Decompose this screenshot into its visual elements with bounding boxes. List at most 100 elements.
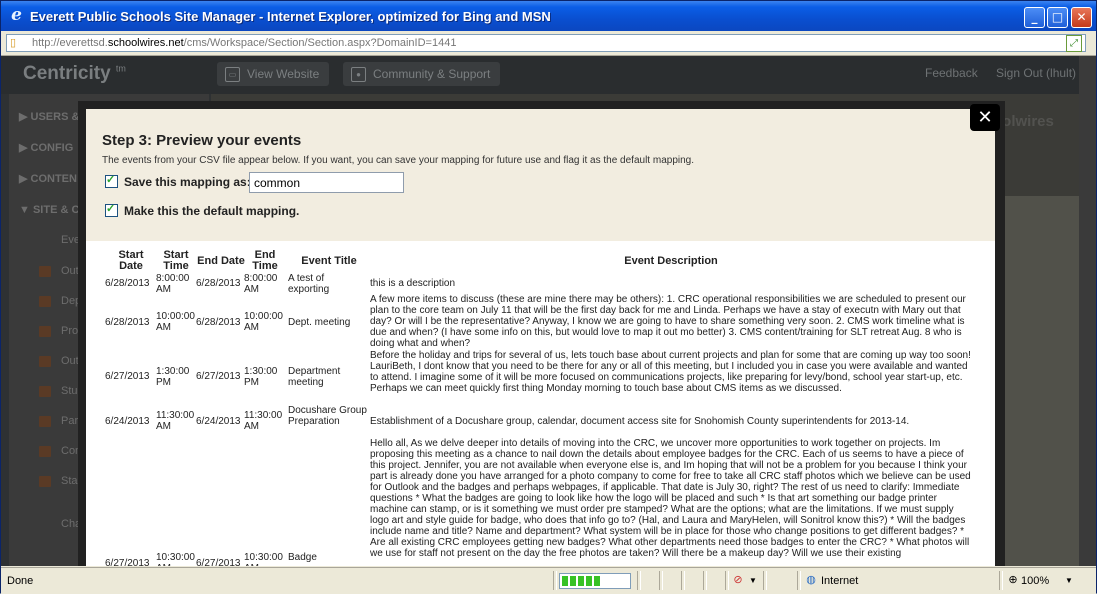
sidebar-sub-item[interactable]: Pro	[61, 325, 78, 337]
status-divider	[703, 571, 707, 590]
cell-end-time: 10:30:00 AM	[244, 552, 283, 566]
compatibility-view-icon[interactable]: ⤢	[1066, 35, 1082, 52]
cell-event-title: Department meeting	[288, 366, 341, 388]
header-start-date: Start Date	[118, 249, 144, 272]
cell-start-time: 10:30:00 AM	[156, 552, 195, 566]
status-text: Done	[7, 575, 34, 587]
url-prefix: http://everettsd.	[32, 37, 108, 49]
chevron-down-icon[interactable]: ▼	[749, 576, 757, 585]
cell-event-description: Hello all, As we delve deeper into detai…	[370, 438, 971, 559]
maximize-button[interactable]: □	[1047, 7, 1068, 28]
folder-icon	[39, 446, 51, 457]
cell-event-title: Dept. meeting	[288, 317, 351, 328]
logo-tm: tm	[115, 63, 126, 74]
title-bar: e Everett Public Schools Site Manager - …	[1, 1, 1096, 31]
modal-header: Step 3: Preview your events The events f…	[86, 109, 995, 241]
sidebar-item-label: CONTEN	[30, 173, 77, 185]
progress-bar	[559, 573, 631, 589]
sidebar-sub-item[interactable]: Out	[61, 265, 79, 277]
sidebar-item-config[interactable]: ▶ CONFIG	[19, 141, 73, 154]
save-mapping-checkbox[interactable]	[105, 173, 118, 188]
default-mapping-row: Make this the default mapping.	[105, 202, 299, 218]
address-bar: ▯ http://everettsd.schoolwires.net/cms/W…	[1, 31, 1096, 56]
url-field[interactable]: ▯ http://everettsd.schoolwires.net/cms/W…	[6, 34, 1086, 52]
sidebar-sub-item[interactable]: Par	[61, 415, 78, 427]
cell-start-time: 8:00:00 AM	[156, 273, 190, 295]
page-scrollbar[interactable]	[1079, 56, 1096, 566]
globe-icon: ◍	[806, 574, 816, 586]
header-event-title: Event Title	[301, 255, 357, 267]
folder-icon	[39, 386, 51, 397]
sidebar-item-label: SITE & C	[32, 204, 80, 216]
monitor-icon: ▭	[225, 67, 240, 82]
mapping-name-input[interactable]	[249, 172, 404, 193]
view-website-button[interactable]: ▭ View Website	[217, 62, 330, 86]
status-divider	[553, 571, 557, 590]
sidebar-sub-item[interactable]: Out	[61, 355, 79, 367]
logo-text: Centricity	[23, 63, 111, 84]
zoom-icon[interactable]: ⊕	[1006, 573, 1020, 587]
community-icon: ●	[351, 67, 366, 82]
status-divider	[725, 571, 729, 590]
window-title: Everett Public Schools Site Manager - In…	[30, 9, 551, 24]
save-mapping-label: Save this mapping as:	[124, 175, 251, 189]
close-window-button[interactable]: ✕	[1071, 7, 1092, 28]
url-domain: schoolwires.net	[107, 37, 184, 49]
cell-end-date: 6/28/2013	[196, 317, 241, 328]
zoom-level[interactable]: 100%	[1021, 575, 1049, 587]
cell-end-time: 11:30:00 AM	[244, 410, 283, 432]
sidebar-item-users[interactable]: ▶ USERS &	[19, 110, 79, 123]
sidebar-sub-item[interactable]: Sta	[61, 475, 78, 487]
modal-body: Step 3: Preview your events The events f…	[86, 109, 995, 566]
cell-end-date: 6/24/2013	[196, 416, 241, 427]
cell-start-date: 6/28/2013	[105, 278, 150, 289]
save-mapping-row: Save this mapping as:	[105, 173, 251, 189]
cell-event-description: Before the holiday and trips for several…	[370, 350, 971, 394]
cell-start-date: 6/27/2013	[105, 371, 150, 382]
page-icon: ▯	[10, 37, 17, 49]
cell-start-time: 1:30:00 PM	[156, 366, 190, 388]
modal-subtitle: The events from your CSV file appear bel…	[102, 155, 695, 166]
cell-event-description: A few more items to discuss (these are m…	[370, 294, 966, 349]
cell-start-time: 11:30:00 AM	[156, 410, 195, 432]
community-support-button[interactable]: ● Community & Support	[343, 62, 501, 86]
cell-event-description: this is a description	[370, 278, 456, 289]
chevron-down-icon[interactable]: ▼	[1065, 576, 1073, 585]
app-header: Centricity tm ▭ View Website ● Community…	[1, 56, 1096, 94]
sidebar-item-label: CONFIG	[30, 142, 74, 154]
status-divider	[659, 571, 663, 590]
modal-close-button[interactable]: ✕	[970, 104, 1000, 131]
cell-start-time: 10:00:00 AM	[156, 311, 195, 333]
feedback-link[interactable]: Feedback	[925, 66, 978, 80]
status-bar: Done ⊘ ▼ ◍ Internet ⊕ 100% ▼	[1, 567, 1096, 594]
progress-fill	[562, 576, 602, 586]
folder-icon	[39, 356, 51, 367]
centricity-logo: Centricity tm	[23, 63, 126, 85]
cell-end-date: 6/28/2013	[196, 278, 241, 289]
folder-icon	[39, 416, 51, 427]
sidebar-sub-item[interactable]: Stu	[61, 385, 78, 397]
browser-window: e Everett Public Schools Site Manager - …	[0, 0, 1097, 594]
community-support-label: Community & Support	[373, 67, 491, 81]
cell-start-date: 6/28/2013	[105, 317, 150, 328]
url-text: http://everettsd.schoolwires.net/cms/Wor…	[32, 37, 456, 49]
folder-icon	[39, 326, 51, 337]
cell-start-date: 6/24/2013	[105, 416, 150, 427]
cell-end-time: 10:00:00 AM	[244, 311, 283, 333]
header-start-time: Start Time	[163, 249, 189, 272]
sidebar-item-label: USERS &	[30, 111, 80, 123]
folder-icon	[39, 266, 51, 277]
view-website-label: View Website	[247, 67, 320, 81]
minimize-button[interactable]: _	[1024, 7, 1045, 28]
cell-event-title: Badge	[288, 552, 317, 563]
sidebar-item-content[interactable]: ▶ CONTEN	[19, 172, 77, 185]
default-mapping-checkbox[interactable]	[105, 202, 118, 217]
popup-blocker-icon[interactable]: ⊘	[731, 573, 745, 587]
folder-icon	[39, 296, 51, 307]
status-divider	[797, 571, 801, 590]
sign-out-link[interactable]: Sign Out (lhult)	[996, 66, 1076, 80]
sidebar-item-site[interactable]: ▼ SITE & C	[19, 204, 79, 216]
status-divider	[681, 571, 685, 590]
cell-end-time: 1:30:00 PM	[244, 366, 278, 388]
url-path: /cms/Workspace/Section/Section.aspx?Doma…	[183, 37, 457, 49]
